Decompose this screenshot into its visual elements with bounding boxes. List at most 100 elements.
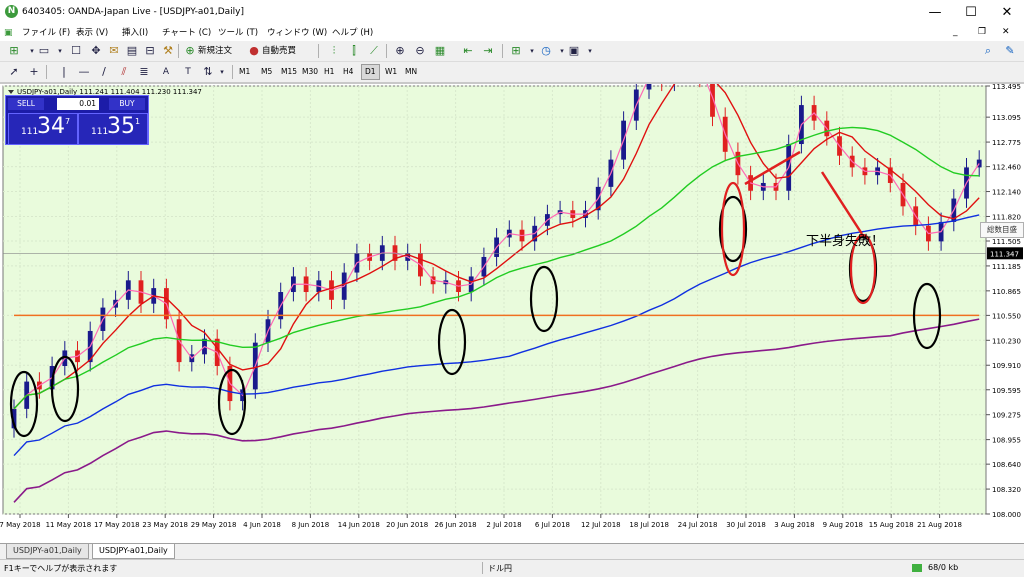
navigator-icon[interactable]: ▤ — [124, 43, 140, 59]
minimize-button[interactable]: — — [918, 0, 952, 26]
sell-button[interactable]: SELL — [8, 98, 44, 110]
search-icon[interactable]: ⌕ — [980, 43, 996, 59]
chart-window[interactable]: 113.495 113.095 112.775 112.460 112.140 111.8… — [0, 83, 1024, 544]
lot-size-input[interactable]: 0.01 — [57, 98, 99, 110]
price-axis-label: 109.595 — [992, 387, 1021, 395]
timeframe-h1[interactable]: H1 — [321, 65, 337, 79]
dropdown-arrow-icon[interactable]: ▾ — [582, 43, 598, 59]
zoom-in-icon[interactable]: ⊕ — [392, 43, 408, 59]
zoom-out-icon[interactable]: ⊖ — [412, 43, 428, 59]
new-order-button[interactable]: 新規注文 — [196, 43, 234, 59]
buy-price[interactable]: 111 35 1 — [78, 113, 148, 145]
text-tool-icon[interactable]: A — [158, 64, 174, 80]
date-axis-label: 30 Jul 2018 — [726, 521, 766, 529]
crosshair-icon[interactable]: ✥ — [88, 43, 104, 59]
traffic-label: 68/0 kb — [928, 563, 959, 572]
date-axis-label: 9 Aug 2018 — [823, 521, 863, 529]
date-axis-label: 23 May 2018 — [142, 521, 188, 529]
bar-chart-icon[interactable]: ⫶ — [326, 43, 342, 59]
auto-trade-button[interactable]: 自動売買 — [260, 43, 298, 59]
maximize-button[interactable]: ☐ — [954, 0, 988, 26]
sell-price[interactable]: 111 34 7 — [8, 113, 78, 145]
timeframe-mn[interactable]: MN — [402, 65, 420, 79]
line-chart-icon[interactable]: ⟋ — [366, 43, 382, 59]
cursor-icon[interactable]: ➚ — [6, 64, 22, 80]
date-axis-label: 26 Jun 2018 — [435, 521, 477, 529]
horizontal-line-icon[interactable]: — — [76, 64, 92, 80]
price-axis-label: 108.000 — [992, 511, 1021, 519]
help-hint: F1キーでヘルプが表示されます — [4, 564, 118, 573]
timeframe-d1[interactable]: D1 — [361, 64, 380, 80]
price-axis-label: 112.775 — [992, 139, 1021, 147]
price-axis-label: 110.550 — [992, 312, 1021, 320]
date-axis-label: 24 Jul 2018 — [678, 521, 718, 529]
sell-price-pips: 34 — [37, 114, 65, 139]
price-axis-label: 112.460 — [992, 164, 1021, 172]
timeframe-w1[interactable]: W1 — [382, 65, 400, 79]
data-window-icon[interactable]: ✉ — [106, 43, 122, 59]
menu-help[interactable]: ヘルプ (H) — [328, 27, 377, 40]
trendline-icon[interactable]: / — [96, 64, 112, 80]
chart-shift-icon[interactable]: ⇤ — [460, 43, 476, 59]
chat-icon[interactable]: ✎ — [1002, 43, 1018, 59]
buy-price-fraction: 1 — [135, 117, 141, 126]
menu-view[interactable]: 表示 (V) — [72, 27, 112, 40]
buy-price-prefix: 111 — [91, 127, 109, 137]
menu-file[interactable]: ファイル (F) — [18, 27, 74, 40]
terminal-icon[interactable]: ⊟ — [142, 43, 158, 59]
price-axis-label: 109.275 — [992, 412, 1021, 420]
crosshair-tool-icon[interactable]: + — [26, 64, 42, 80]
tab-chart-1[interactable]: USDJPY-a01,Daily — [6, 544, 89, 559]
current-price-label: 111.347 — [990, 250, 1019, 258]
date-axis-label: 21 Aug 2018 — [917, 521, 962, 529]
menu-chart[interactable]: チャート (C) — [158, 27, 215, 40]
chart-tabs: USDJPY-a01,Daily USDJPY-a01,Daily — [0, 543, 1024, 559]
separator — [386, 44, 387, 58]
close-chart-icon[interactable]: ✕ — [1002, 27, 1010, 37]
menu-window[interactable]: ウィンドウ (W) — [263, 27, 331, 40]
profiles-icon[interactable]: ▭ — [36, 43, 52, 59]
restore-chart-icon[interactable]: ❐ — [978, 27, 986, 37]
date-axis-label: 12 Jul 2018 — [581, 521, 621, 529]
timeframe-h4[interactable]: H4 — [340, 65, 356, 79]
timeframe-m30[interactable]: M30 — [299, 65, 321, 79]
separator — [482, 562, 483, 574]
fibonacci-icon[interactable]: ≣ — [136, 64, 152, 80]
menu-insert[interactable]: 挿入(I) — [118, 27, 152, 40]
date-axis-label: 18 Jul 2018 — [629, 521, 669, 529]
price-axis-label: 109.910 — [992, 362, 1021, 370]
menu-bar: ▣ ファイル (F) 表示 (V) 挿入(I) チャート (C) ツール (T)… — [0, 26, 1024, 41]
tile-windows-icon[interactable]: ▦ — [432, 43, 448, 59]
symbol-label: ドル円 — [488, 564, 512, 573]
timeframe-m5[interactable]: M5 — [258, 65, 275, 79]
dropdown-arrow-icon[interactable]: ▾ — [52, 43, 68, 59]
timeframe-m1[interactable]: M1 — [236, 65, 253, 79]
templates-icon[interactable]: ▣ — [566, 43, 582, 59]
price-axis-label: 111.505 — [992, 238, 1021, 246]
connection-icon — [912, 564, 922, 572]
close-button[interactable]: ✕ — [990, 0, 1024, 26]
tab-chart-2[interactable]: USDJPY-a01,Daily — [92, 544, 175, 559]
indicators-icon[interactable]: ⊞ — [508, 43, 524, 59]
date-axis-label: 6 Jul 2018 — [535, 521, 570, 529]
candlestick-icon[interactable]: ⫿ — [346, 43, 362, 59]
periods-icon[interactable]: ◷ — [538, 43, 554, 59]
menu-tools[interactable]: ツール (T) — [214, 27, 262, 40]
dropdown-arrow-icon[interactable]: ▾ — [214, 64, 230, 80]
price-axis-label: 112.140 — [992, 189, 1021, 197]
timeframe-m15[interactable]: M15 — [278, 65, 300, 79]
price-chart[interactable]: 113.495 113.095 112.775 112.460 112.140 111.8… — [0, 84, 1024, 544]
text-label-icon[interactable]: T — [180, 64, 196, 80]
chart-window-icon[interactable]: ▣ — [4, 28, 13, 38]
channel-icon[interactable]: ⫽ — [116, 64, 132, 80]
scale-button[interactable]: 総数目盛 — [980, 222, 1024, 238]
market-watch-icon[interactable]: ☐ — [68, 43, 84, 59]
window-title: 6403405: OANDA-Japan Live - [USDJPY-a01,… — [22, 7, 244, 17]
strategy-tester-icon[interactable]: ⚒ — [160, 43, 176, 59]
autoscroll-icon[interactable]: ⇥ — [480, 43, 496, 59]
vertical-line-icon[interactable]: | — [56, 64, 72, 80]
new-chart-icon[interactable]: ⊞ — [6, 43, 22, 59]
price-axis-label: 108.640 — [992, 461, 1021, 469]
buy-button[interactable]: BUY — [109, 98, 145, 110]
minimize-chart-icon[interactable]: _ — [953, 27, 958, 37]
